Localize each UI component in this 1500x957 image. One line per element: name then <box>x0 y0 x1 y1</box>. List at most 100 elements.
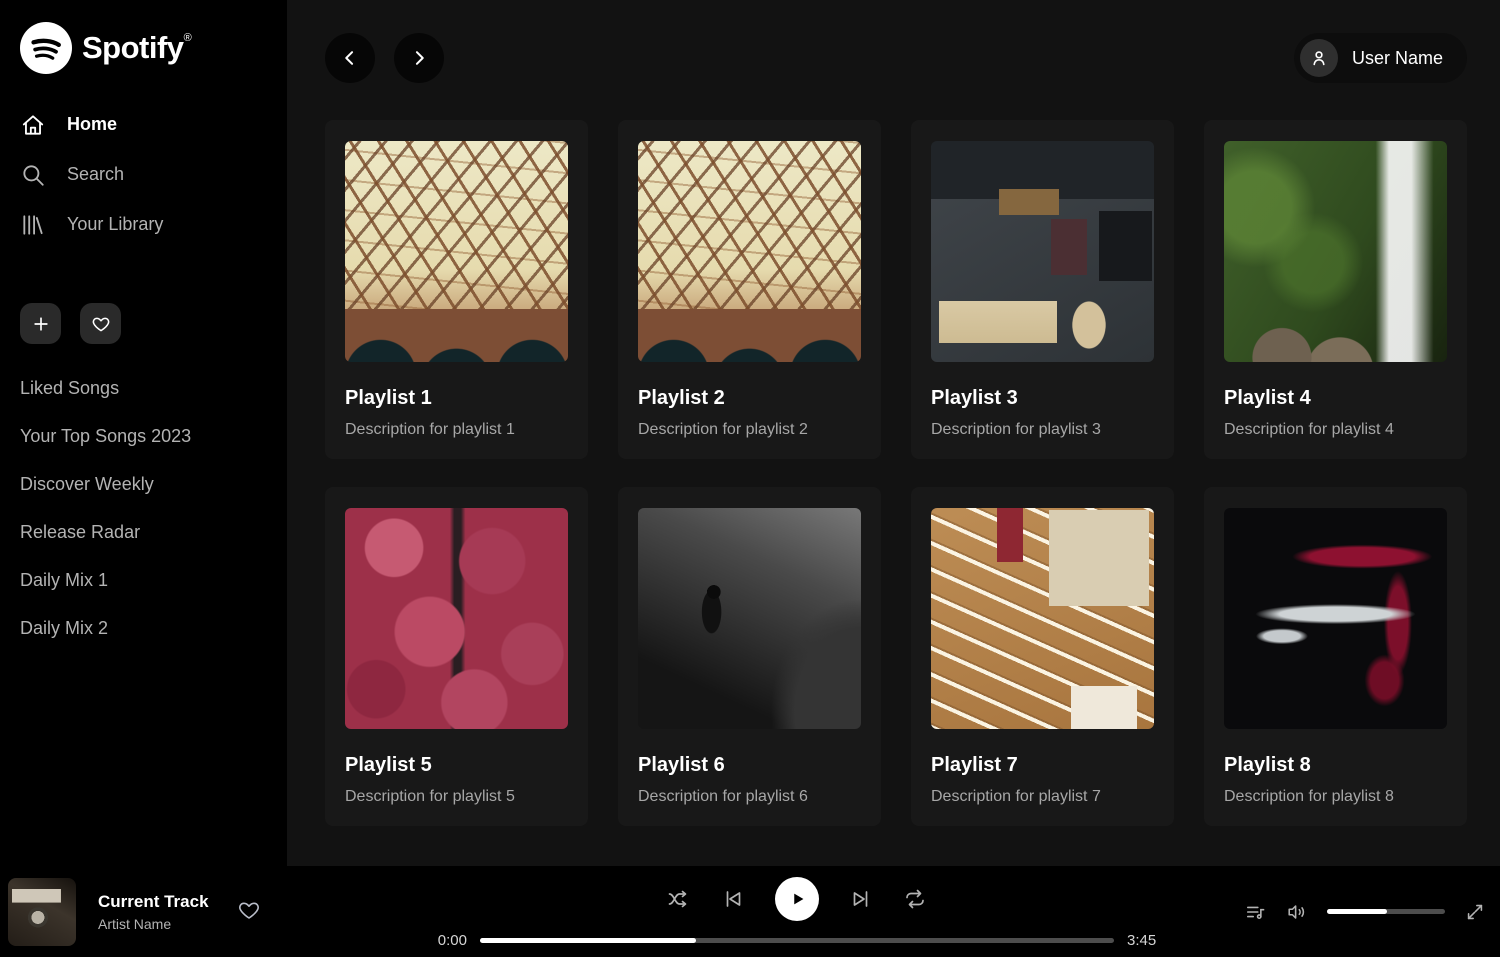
sidebar-item-label: Search <box>67 164 124 185</box>
playlist-cover-antler-ribbon <box>1224 508 1447 729</box>
sidebar-nav: Home Search Your Library <box>20 110 267 239</box>
playlist-description: Description for playlist 7 <box>931 788 1154 806</box>
sidebar-item-your-library[interactable]: Your Library <box>20 210 267 239</box>
playlist-card-4[interactable]: Playlist 4 Description for playlist 4 <box>1204 120 1467 459</box>
home-icon <box>20 112 46 138</box>
sidebar-playlist-your-top-songs-2023[interactable]: Your Top Songs 2023 <box>20 426 267 447</box>
sidebar-item-label: Home <box>67 114 117 135</box>
playlist-cover-strawberries <box>345 508 568 729</box>
search-icon <box>20 162 46 188</box>
topbar: User Name <box>287 0 1500 83</box>
user-menu-button[interactable]: User Name <box>1294 33 1467 83</box>
queue-button[interactable] <box>1245 901 1267 923</box>
library-icon <box>20 212 46 238</box>
repeat-icon <box>903 887 927 911</box>
play-button[interactable] <box>775 877 819 921</box>
playlist-title: Playlist 3 <box>931 387 1154 410</box>
playlist-title: Playlist 6 <box>638 754 861 777</box>
duration-time: 3:45 <box>1127 932 1167 949</box>
previous-track-button[interactable] <box>721 887 745 911</box>
sidebar-playlist-discover-weekly[interactable]: Discover Weekly <box>20 474 267 495</box>
playlist-cover-waterfall <box>1224 141 1447 362</box>
logo-registered-mark: ® <box>184 32 192 44</box>
play-icon <box>788 889 808 909</box>
sidebar-playlist-daily-mix-1[interactable]: Daily Mix 1 <box>20 570 267 591</box>
track-info: Current Track Artist Name <box>98 892 209 932</box>
expand-icon <box>1464 901 1486 923</box>
chevron-right-icon <box>409 48 429 68</box>
chevron-left-icon <box>340 48 360 68</box>
spotify-logo: Spotify® <box>20 22 267 74</box>
playlist-description: Description for playlist 5 <box>345 788 568 806</box>
playlist-cover-diver <box>638 508 861 729</box>
fullscreen-button[interactable] <box>1464 901 1486 923</box>
sidebar: Spotify® Home Search Your Library <box>0 0 287 866</box>
playlist-description: Description for playlist 8 <box>1224 788 1447 806</box>
avatar <box>1300 39 1338 77</box>
previous-icon <box>721 887 745 911</box>
playlist-card-2[interactable]: Playlist 2 Description for playlist 2 <box>618 120 881 459</box>
sidebar-playlist-liked-songs[interactable]: Liked Songs <box>20 378 267 399</box>
repeat-button[interactable] <box>903 887 927 911</box>
like-track-button[interactable] <box>237 898 261 925</box>
playlist-title: Playlist 2 <box>638 387 861 410</box>
sidebar-playlist-daily-mix-2[interactable]: Daily Mix 2 <box>20 618 267 639</box>
player-center: 0:00 3:45 <box>368 875 1226 949</box>
playlist-cover-rulers <box>931 508 1154 729</box>
playlist-title: Playlist 5 <box>345 754 568 777</box>
shuffle-button[interactable] <box>667 887 691 911</box>
forward-button[interactable] <box>394 33 444 83</box>
heart-icon <box>91 314 111 334</box>
progress-bar[interactable] <box>480 938 1114 943</box>
playlist-description: Description for playlist 6 <box>638 788 861 806</box>
playlist-card-3[interactable]: Playlist 3 Description for playlist 3 <box>911 120 1174 459</box>
playlist-card-1[interactable]: Playlist 1 Description for playlist 1 <box>325 120 588 459</box>
playlist-title: Playlist 8 <box>1224 754 1447 777</box>
track-artist: Artist Name <box>98 916 209 932</box>
next-track-button[interactable] <box>849 887 873 911</box>
sidebar-playlist-release-radar[interactable]: Release Radar <box>20 522 267 543</box>
app-window: Spotify® Home Search Your Library <box>0 0 1500 957</box>
playlist-cover-steel-structure <box>345 141 568 362</box>
playlist-card-5[interactable]: Playlist 5 Description for playlist 5 <box>325 487 588 826</box>
playlist-card-8[interactable]: Playlist 8 Description for playlist 8 <box>1204 487 1467 826</box>
user-icon <box>1308 47 1330 69</box>
main-content: User Name Playlist 1 Description for pla… <box>287 0 1500 866</box>
sidebar-item-label: Your Library <box>67 214 163 235</box>
playlist-description: Description for playlist 3 <box>931 421 1154 439</box>
sidebar-item-home[interactable]: Home <box>20 110 267 139</box>
heart-icon <box>237 898 261 922</box>
playlist-card-7[interactable]: Playlist 7 Description for playlist 7 <box>911 487 1174 826</box>
now-playing-section: Current Track Artist Name <box>8 878 368 946</box>
history-nav <box>325 33 444 83</box>
shuffle-icon <box>667 887 691 911</box>
playlist-grid: Playlist 1 Description for playlist 1 Pl… <box>287 120 1500 826</box>
spotify-logo-icon <box>20 22 72 74</box>
player-bar: Current Track Artist Name <box>0 866 1500 957</box>
liked-songs-button[interactable] <box>80 303 121 344</box>
back-button[interactable] <box>325 33 375 83</box>
volume-slider[interactable] <box>1327 909 1445 914</box>
volume-slider-fill <box>1327 909 1387 914</box>
playlist-cover-steel-structure <box>638 141 861 362</box>
player-right-controls <box>1226 901 1486 923</box>
playback-controls <box>667 877 927 921</box>
user-name-label: User Name <box>1352 48 1443 69</box>
sidebar-playlists: Liked Songs Your Top Songs 2023 Discover… <box>20 378 267 639</box>
create-playlist-button[interactable] <box>20 303 61 344</box>
progress-section: 0:00 3:45 <box>427 932 1167 949</box>
playlist-description: Description for playlist 1 <box>345 421 568 439</box>
volume-icon <box>1286 901 1308 923</box>
plus-icon <box>31 314 51 334</box>
playlist-description: Description for playlist 4 <box>1224 421 1447 439</box>
playlist-title: Playlist 4 <box>1224 387 1447 410</box>
elapsed-time: 0:00 <box>427 932 467 949</box>
sidebar-item-search[interactable]: Search <box>20 160 267 189</box>
album-art <box>8 878 76 946</box>
playlist-card-6[interactable]: Playlist 6 Description for playlist 6 <box>618 487 881 826</box>
progress-bar-fill <box>480 938 696 943</box>
queue-icon <box>1245 901 1267 923</box>
logo-text: Spotify <box>82 30 184 65</box>
volume-button[interactable] <box>1286 901 1308 923</box>
playlist-cover-desk-flatlay <box>931 141 1154 362</box>
